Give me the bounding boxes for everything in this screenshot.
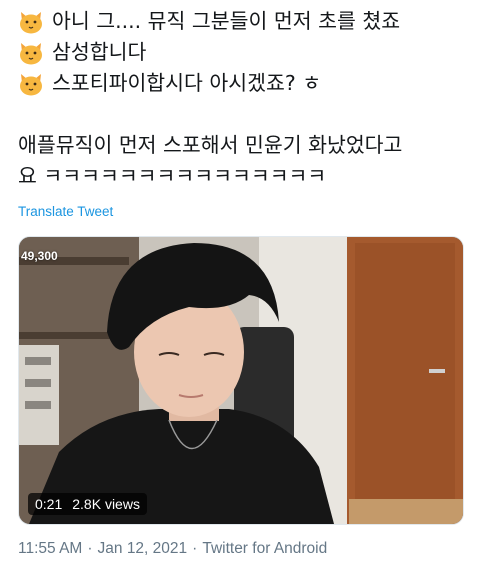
translate-tweet-link[interactable]: Translate Tweet [18,204,113,219]
tweet-metadata: 11:55 AM · Jan 12, 2021 · Twitter for An… [18,540,327,558]
cat-face-icon [18,10,44,34]
tweet-line-2: 삼성합니다 [18,37,473,68]
separator-dot: · [192,540,198,557]
tweet-line-text: 애플뮤직이 먼저 스포해서 민윤기 화났었다고 [18,133,403,157]
cat-face-icon [18,72,44,96]
tweet-line-1: 아니 그.... 뮤직 그분들이 먼저 초를 쳤죠 [18,6,473,37]
tweet-line-text: 스포티파이합시다 아시겠죠? ㅎ [52,71,322,95]
tweet-line-5: 애플뮤직이 먼저 스포해서 민윤기 화났었다고 [18,130,473,161]
cat-face-icon [18,41,44,65]
tweet-text: 아니 그.... 뮤직 그분들이 먼저 초를 쳤죠 삼성합니다 스포티파이합시다… [18,6,473,192]
video-player[interactable]: 49,300 0:21 2.8K views [18,236,464,525]
tweet-line-text: 삼성합니다 [52,40,147,64]
video-info-badge: 0:21 2.8K views [28,493,147,515]
tweet-line-6: 요 ㅋㅋㅋㅋㅋㅋㅋㅋㅋㅋㅋㅋㅋㅋㅋ [18,161,473,192]
tweet-time[interactable]: 11:55 AM [18,540,82,558]
tweet-date[interactable]: Jan 12, 2021 [98,540,188,558]
video-duration: 0:21 [35,496,63,512]
video-frame [19,237,463,524]
separator-dot: · [87,540,93,557]
tweet-line-text: 아니 그.... 뮤직 그분들이 먼저 초를 쳤죠 [52,9,401,33]
video-views: 2.8K views [72,496,140,512]
tweet-line-text: 요 ㅋㅋㅋㅋㅋㅋㅋㅋㅋㅋㅋㅋㅋㅋㅋ [18,164,327,188]
tweet-source[interactable]: Twitter for Android [202,540,327,558]
tweet-line-3: 스포티파이합시다 아시겠죠? ㅎ [18,68,473,99]
live-view-counter: 49,300 [21,249,58,263]
